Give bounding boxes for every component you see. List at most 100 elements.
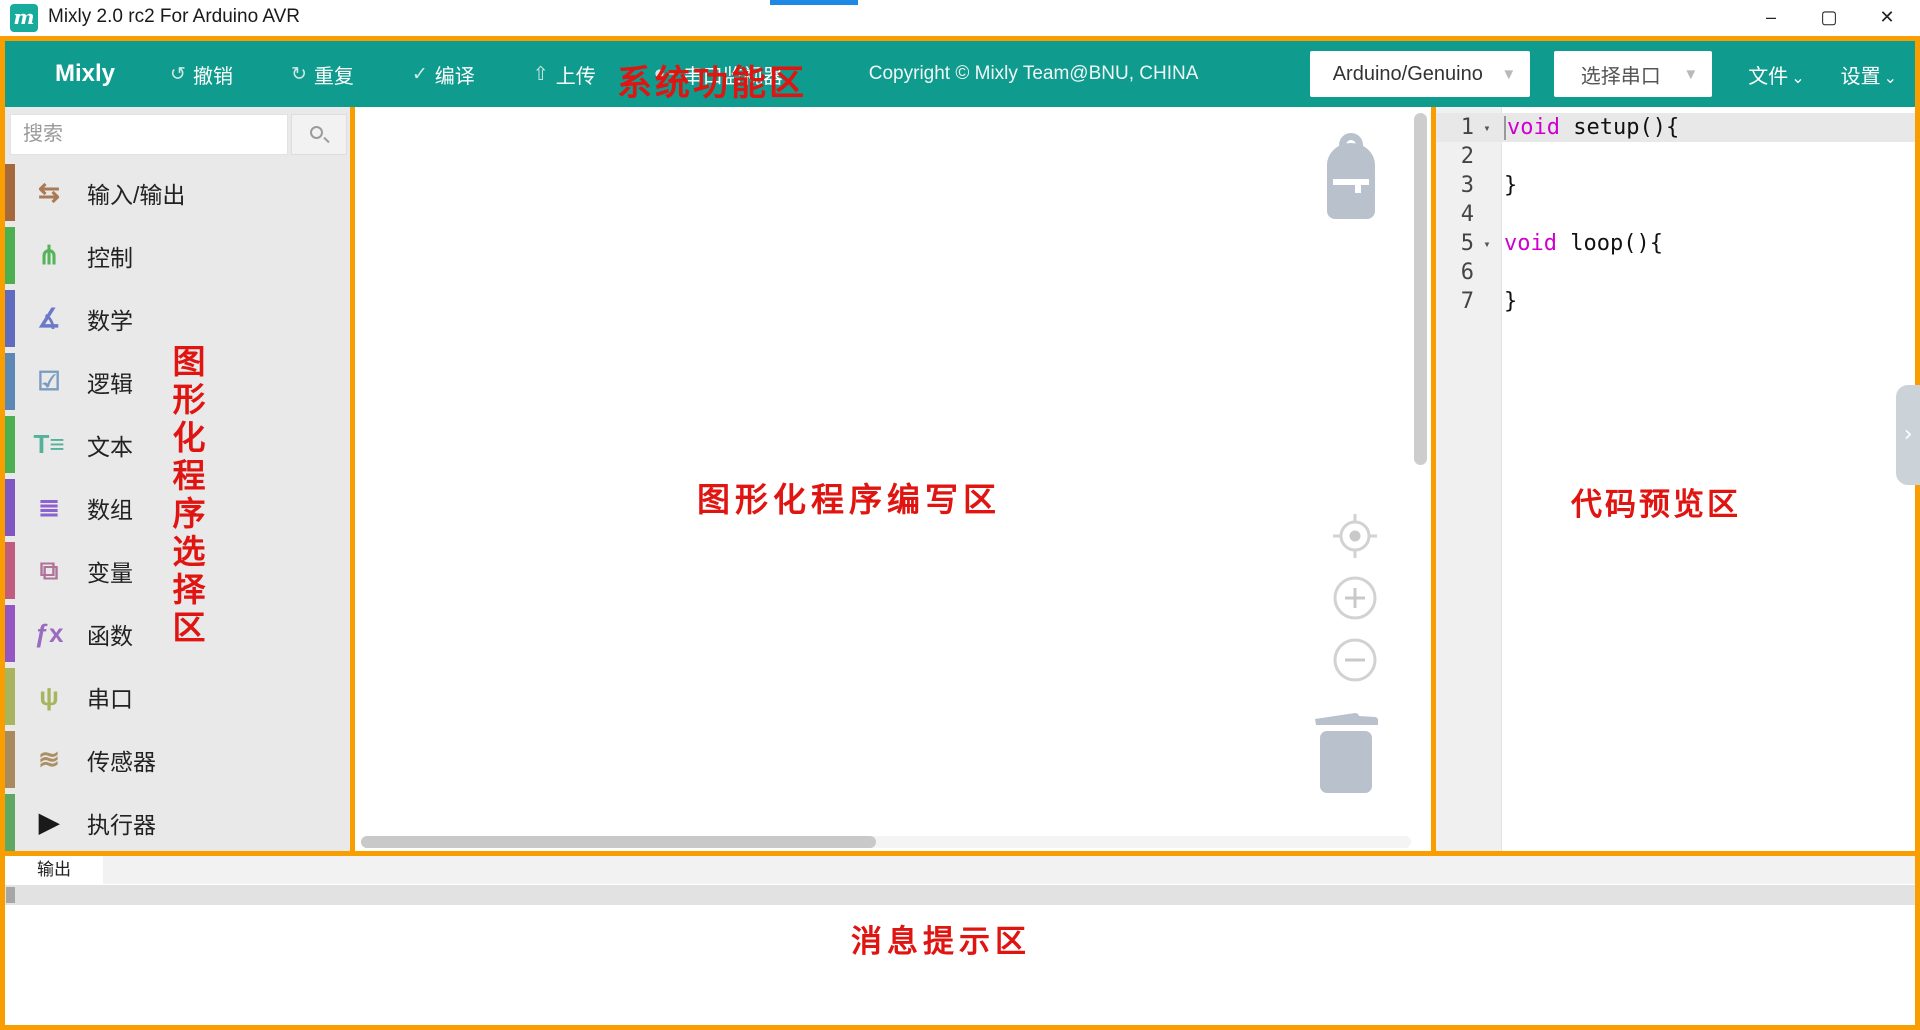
port-select[interactable]: 选择串口 ▼: [1554, 51, 1712, 97]
line-number: 4: [1436, 202, 1474, 227]
category-icon: ≣: [27, 492, 71, 523]
code-line: 4: [1436, 200, 1915, 229]
category-color-bar: [5, 164, 15, 221]
redo-button[interactable]: ↻ 重复: [291, 60, 354, 89]
output-scroll-strip: [5, 885, 1915, 905]
sidebar-item-逻辑[interactable]: ☑逻辑: [5, 350, 350, 413]
sidebar-item-文本[interactable]: T≡文本: [5, 413, 350, 476]
compile-label: 编译: [435, 60, 475, 89]
code-line: 6: [1436, 258, 1915, 287]
mixly-logo-icon: m: [10, 4, 38, 32]
category-color-bar: [5, 605, 15, 662]
window-title: Mixly 2.0 rc2 For Arduino AVR: [48, 6, 300, 28]
code-token: }: [1504, 173, 1517, 198]
backpack-icon[interactable]: [1319, 131, 1383, 228]
settings-menu[interactable]: 设置⌄: [1841, 60, 1897, 89]
fold-arrow-icon[interactable]: ▾: [1474, 121, 1500, 135]
message-output-area: 输出 消息提示区: [5, 851, 1915, 1020]
code-lines: 1▾void setup(){23}45▾void loop(){67}: [1436, 113, 1915, 316]
sidebar-item-传感器[interactable]: ≋传感器: [5, 728, 350, 791]
file-menu-label: 文件: [1748, 66, 1788, 88]
code-token: void: [1504, 231, 1557, 256]
redo-label: 重复: [314, 60, 354, 89]
line-number: 3: [1436, 173, 1474, 198]
sidebar-item-函数[interactable]: ƒx函数: [5, 602, 350, 665]
undo-button[interactable]: ↺ 撤销: [170, 60, 233, 89]
minimize-button[interactable]: –: [1742, 0, 1800, 34]
output-scroll-thumb[interactable]: [6, 887, 15, 903]
sidebar-item-数组[interactable]: ≣数组: [5, 476, 350, 539]
category-color-bar: [5, 227, 15, 284]
mixly-menu-button[interactable]: Mixly: [55, 60, 115, 88]
undo-label: 撤销: [193, 60, 233, 89]
search-button[interactable]: [291, 114, 347, 155]
code-line: 7}: [1436, 287, 1915, 316]
search-input[interactable]: [10, 114, 288, 155]
block-workspace-canvas[interactable]: 图形化程序编写区: [355, 107, 1436, 851]
category-color-bar: [5, 794, 15, 851]
category-icon: ⋔: [27, 240, 71, 271]
category-label: 控制: [87, 239, 133, 273]
block-category-sidebar: ⇆输入/输出 ⋔ 控制 ∡ 数学 ☑逻辑T≡文本≣数组⧉变量ƒx函数ψ串口≋传感器 ▶ 执行器…: [5, 107, 355, 851]
category-icon: ⇆: [27, 177, 71, 208]
category-color-bar: [5, 479, 15, 536]
canvas-horizontal-scrollbar[interactable]: [361, 836, 876, 848]
category-icon: ▶: [27, 807, 71, 838]
sidebar-item-变量[interactable]: ⧉变量: [5, 539, 350, 602]
sidebar-item-执行器[interactable]: ▶ 执行器: [5, 791, 350, 854]
sidebar-item-数学[interactable]: ∡ 数学: [5, 287, 350, 350]
upload-button[interactable]: ⇧上传: [533, 60, 596, 89]
category-color-bar: [5, 290, 15, 347]
copyright-text: Copyright © Mixly Team@BNU, CHINA: [869, 63, 1199, 85]
port-select-value: 选择串口: [1568, 60, 1683, 89]
code-text: }: [1500, 289, 1517, 314]
file-menu[interactable]: 文件⌄: [1748, 60, 1804, 89]
code-preview-panel: 1▾void setup(){23}45▾void loop(){67} › 代…: [1436, 107, 1915, 851]
line-number: 2: [1436, 144, 1474, 169]
trash-icon[interactable]: [1313, 707, 1379, 798]
category-label: 执行器: [87, 806, 156, 840]
zoom-out-icon[interactable]: [1331, 637, 1379, 688]
redo-icon: ↻: [291, 63, 307, 86]
compile-icon: ✓: [412, 63, 428, 86]
tab-output[interactable]: 输出: [5, 856, 103, 884]
upload-icon: ⇧: [533, 63, 549, 86]
code-token: void: [1507, 115, 1560, 140]
compile-button[interactable]: ✓ 编译: [412, 60, 475, 89]
sidebar-item-串口[interactable]: ψ串口: [5, 665, 350, 728]
undo-icon: ↺: [170, 63, 186, 86]
category-icon: ≋: [27, 744, 71, 775]
board-select[interactable]: Arduino/Genuino ▼: [1310, 51, 1530, 97]
os-titlebar: m Mixly 2.0 rc2 For Arduino AVR – ▢ ✕: [0, 0, 1920, 36]
line-number: 6: [1436, 260, 1474, 285]
zoom-in-icon[interactable]: [1331, 575, 1379, 626]
category-color-bar: [5, 731, 15, 788]
settings-menu-label: 设置: [1841, 66, 1881, 88]
canvas-vertical-scrollbar[interactable]: [1414, 113, 1427, 465]
category-list: ⇆输入/输出 ⋔ 控制 ∡ 数学 ☑逻辑T≡文本≣数组⧉变量ƒx函数ψ串口≋传感器 ▶ 执行器: [5, 161, 350, 854]
code-line: 1▾void setup(){: [1436, 113, 1915, 142]
panel-collapse-handle[interactable]: ›: [1896, 385, 1920, 485]
search-icon: [310, 126, 323, 139]
chevron-down-icon: ▼: [1683, 66, 1698, 83]
close-button[interactable]: ✕: [1858, 0, 1916, 34]
toolbar-items: ↺ 撤销 ↻ 重复 ✓ 编译 ⇧上传 ●–串口监视器: [170, 60, 841, 89]
output-tabbar: 输出: [5, 856, 1915, 884]
code-token: setup(){: [1560, 115, 1679, 140]
category-label: 函数: [87, 617, 133, 651]
category-label: 文本: [87, 428, 133, 462]
center-focus-icon[interactable]: [1331, 513, 1379, 564]
maximize-button[interactable]: ▢: [1800, 0, 1858, 34]
chevron-down-icon: ▼: [1501, 66, 1516, 83]
code-token: loop(){: [1557, 231, 1663, 256]
text-caret: [1504, 116, 1506, 140]
sidebar-item-输入/输出[interactable]: ⇆输入/输出: [5, 161, 350, 224]
code-line: 2: [1436, 142, 1915, 171]
fold-arrow-icon[interactable]: ▾: [1474, 237, 1500, 251]
serial-monitor-button[interactable]: ●–串口监视器: [654, 60, 783, 89]
category-label: 数学: [87, 302, 133, 336]
code-text: }: [1500, 173, 1517, 198]
sidebar-item-控制[interactable]: ⋔ 控制: [5, 224, 350, 287]
titlebar-blue-indicator: [770, 0, 858, 5]
category-icon: ∡: [27, 303, 71, 334]
